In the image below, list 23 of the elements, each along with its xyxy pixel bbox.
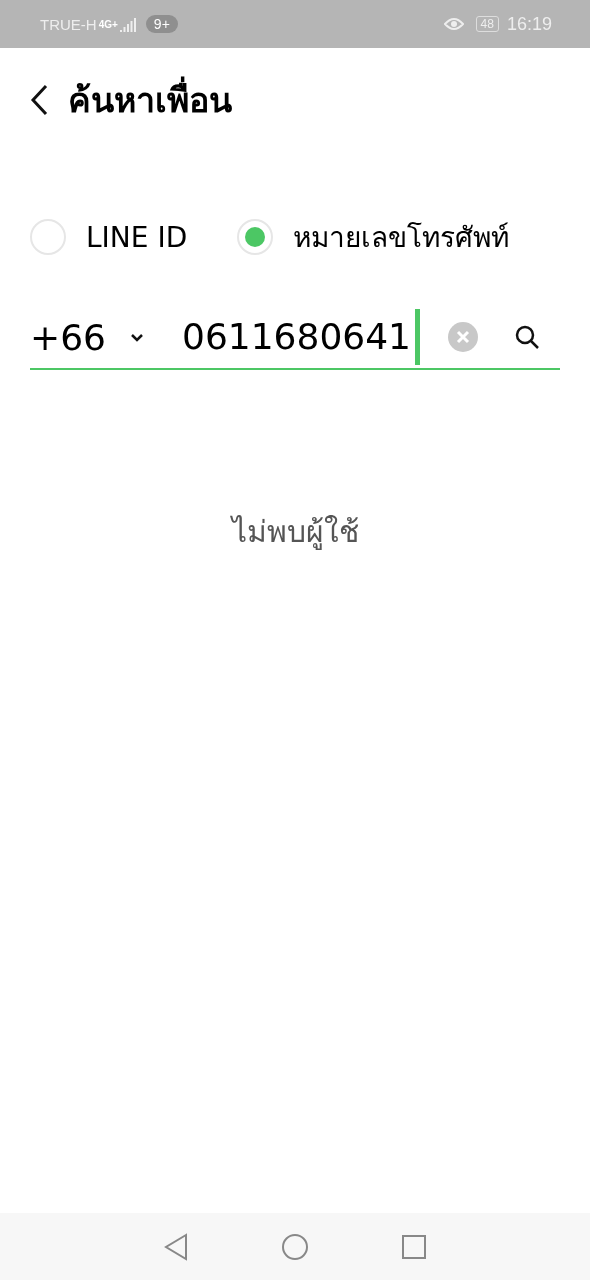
radio-button[interactable] xyxy=(30,219,66,255)
notification-badge: 9+ xyxy=(145,15,178,33)
network-type: 4G+ xyxy=(98,18,118,30)
eye-icon xyxy=(443,17,464,31)
clear-icon[interactable] xyxy=(448,322,478,352)
battery-indicator: 48 xyxy=(475,16,499,32)
phone-number-input[interactable]: 0611680641 xyxy=(182,309,421,365)
search-icon[interactable] xyxy=(514,324,540,350)
no-results-message: ไม่พบผู้ใช้ xyxy=(229,513,360,552)
page-title: ค้นหาเพื่อน xyxy=(68,73,232,127)
chevron-down-icon[interactable] xyxy=(130,332,144,342)
clock: 16:19 xyxy=(506,13,552,35)
recents-square-icon[interactable] xyxy=(401,1233,427,1260)
signal-icon xyxy=(119,16,138,32)
carrier-name: TRUE-H xyxy=(40,15,97,33)
radio-button[interactable] xyxy=(237,219,274,255)
back-triangle-icon[interactable] xyxy=(163,1232,189,1261)
radio-label[interactable]: หมายเลขโทรศัพท์ xyxy=(293,215,510,259)
country-code[interactable]: +66 xyxy=(30,316,106,358)
home-circle-icon[interactable] xyxy=(281,1232,309,1261)
radio-label[interactable]: LINE ID xyxy=(86,220,188,254)
phone-field[interactable]: +66 0611680641 xyxy=(30,306,560,370)
back-icon[interactable] xyxy=(30,84,48,116)
